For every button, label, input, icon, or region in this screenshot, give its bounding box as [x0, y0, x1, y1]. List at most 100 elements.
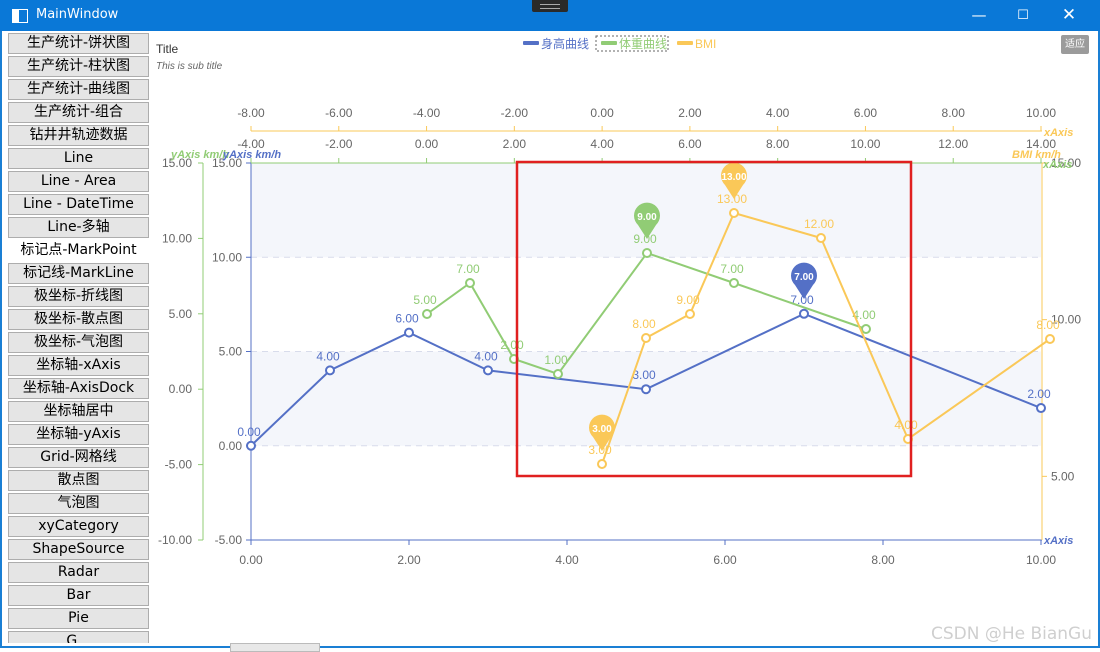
sidebar-item-24[interactable]: Bar — [8, 585, 149, 606]
sidebar-item-22[interactable]: ShapeSource — [8, 539, 149, 560]
data-point-weight-1 — [465, 278, 475, 288]
x-top-inner-tick-label-8: 12.00 — [938, 137, 968, 151]
chart-title: Title — [156, 42, 179, 56]
data-point-height-0 — [246, 440, 256, 451]
x-top-outer-tick-label-2: -4.00 — [413, 106, 441, 120]
maximize-icon[interactable]: ☐ — [1000, 0, 1046, 31]
x-top-outer-tick-label-8: 8.00 — [942, 106, 966, 120]
watermark-text: CSDN @He BianGu — [930, 624, 1092, 644]
y-left-inner-tick-label-2: 5.00 — [219, 345, 243, 359]
markpoint-weight-label: 9.00 — [637, 212, 657, 223]
data-point-height-6 — [1036, 403, 1046, 414]
x-bottom-tick-label-4: 8.00 — [871, 553, 895, 567]
y-left-inner-tick-label-0: -5.00 — [215, 533, 243, 547]
sidebar-item-19[interactable]: 散点图 — [8, 470, 149, 491]
y-left-outer-tick-label-0: -10.00 — [158, 533, 192, 547]
sidebar-item-13[interactable]: 极坐标-气泡图 — [8, 332, 149, 353]
legend-swatch-1 — [601, 41, 617, 45]
y-left-inner-axis-name: yAxis km/h — [222, 149, 281, 161]
x-bottom-tick-label-2: 4.00 — [555, 553, 579, 567]
sidebar-item-16[interactable]: 坐标轴居中 — [8, 401, 149, 422]
sidebar-item-26[interactable]: G... — [8, 631, 149, 643]
sidebar-item-23[interactable]: Radar — [8, 562, 149, 583]
chart-subtitle: This is sub title — [156, 61, 223, 72]
sidebar-item-12[interactable]: 极坐标-散点图 — [8, 309, 149, 330]
x-bottom-tick-label-5: 10.00 — [1026, 553, 1056, 567]
x-top-outer-tick-label-7: 6.00 — [854, 106, 878, 120]
sidebar-item-9[interactable]: 标记点-MarkPoint — [8, 240, 149, 261]
data-label-bmi-5: 4.00 — [894, 418, 918, 432]
data-label-height-0: 0.00 — [237, 425, 261, 439]
minimize-icon[interactable]: — — [956, 0, 1002, 31]
title-grip-handle[interactable] — [532, 0, 568, 12]
window-app-icon — [12, 9, 28, 23]
data-point-bmi-0 — [597, 459, 607, 469]
data-point-weight-5 — [729, 278, 739, 288]
fit-button[interactable]: 适应 — [1061, 35, 1089, 54]
data-label-weight-0: 5.00 — [413, 293, 437, 307]
data-point-weight-6 — [861, 324, 871, 334]
data-point-bmi-1 — [641, 333, 651, 343]
x-top-outer-tick-label-5: 2.00 — [678, 106, 702, 120]
sidebar-item-6[interactable]: Line - Area — [8, 171, 149, 192]
x-top-inner-tick-label-4: 4.00 — [590, 137, 614, 151]
chart-panel: Title This is sub title 身高曲线 体重曲线 BMI 0.00 2.0… — [150, 31, 1096, 643]
legend-label-2: BMI — [695, 37, 716, 51]
sidebar-item-20[interactable]: 气泡图 — [8, 493, 149, 514]
data-label-height-2: 6.00 — [395, 312, 419, 326]
x-top-outer-tick-label-6: 4.00 — [766, 106, 790, 120]
x-bottom-axis-name: xAxis — [1043, 535, 1073, 547]
x-top-inner-tick-label-2: 0.00 — [415, 137, 439, 151]
sidebar-item-14[interactable]: 坐标轴-xAxis — [8, 355, 149, 376]
x-top-inner-tick-label-6: 8.00 — [766, 137, 790, 151]
sidebar-item-21[interactable]: xyCategory — [8, 516, 149, 537]
y-right-axis-xaxis-name: xAxis — [1042, 159, 1072, 171]
sidebar-item-0[interactable]: 生产统计-饼状图 — [8, 33, 149, 54]
x-top-outer-tick-label-1: -6.00 — [325, 106, 353, 120]
title-bar[interactable]: MainWindow — ☐ ✕ — [0, 0, 1100, 31]
x-top-inner-tick-label-7: 10.00 — [850, 137, 880, 151]
sidebar-item-8[interactable]: Line-多轴 — [8, 217, 149, 238]
data-label-weight-3: 1.00 — [544, 353, 568, 367]
data-label-bmi-2: 9.00 — [676, 293, 700, 307]
data-label-height-3: 4.00 — [474, 349, 498, 363]
legend-swatch-2 — [677, 41, 693, 45]
sidebar-item-10[interactable]: 标记线-MarkLine — [8, 263, 149, 284]
y-right-tick-label-0: 5.00 — [1051, 469, 1075, 483]
y-left-outer-tick-label-4: 10.00 — [162, 231, 192, 245]
data-point-weight-4 — [642, 248, 652, 258]
close-icon[interactable]: ✕ — [1046, 0, 1092, 31]
y-left-outer-tick-label-3: 5.00 — [169, 307, 193, 321]
y-left-outer-axis-name: yAxis km/h — [170, 149, 229, 161]
legend-label-0: 身高曲线 — [541, 36, 589, 51]
sidebar-item-5[interactable]: Line — [8, 148, 149, 169]
sidebar-item-18[interactable]: Grid-网格线 — [8, 447, 149, 468]
sidebar-item-1[interactable]: 生产统计-柱状图 — [8, 56, 149, 77]
window-title: MainWindow — [36, 7, 119, 22]
x-top-inner-tick-label-3: 2.00 — [503, 137, 527, 151]
markpoint-line-chart: Title This is sub title 身高曲线 体重曲线 BMI 0.00 2.0… — [156, 35, 1081, 567]
x-top-outer-tick-label-0: -8.00 — [237, 106, 265, 120]
y-left-outer-tick-label-1: -5.00 — [165, 458, 193, 472]
sidebar-item-3[interactable]: 生产统计-组合 — [8, 102, 149, 123]
sidebar-item-17[interactable]: 坐标轴-yAxis — [8, 424, 149, 445]
x-top-axis-name: xAxis — [1043, 127, 1073, 139]
data-label-weight-1: 7.00 — [456, 262, 480, 276]
sidebar-item-25[interactable]: Pie — [8, 608, 149, 629]
data-point-bmi-3 — [729, 208, 739, 218]
x-top-inner-tick-label-1: -2.00 — [325, 137, 353, 151]
data-label-height-1: 4.00 — [316, 349, 340, 363]
sidebar-item-2[interactable]: 生产统计-曲线图 — [8, 79, 149, 100]
sidebar-item-11[interactable]: 极坐标-折线图 — [8, 286, 149, 307]
sidebar-item-4[interactable]: 钻井井轨迹数据 — [8, 125, 149, 146]
data-point-height-4 — [641, 384, 651, 395]
plot-band-1 — [251, 351, 1041, 446]
data-label-bmi-1: 8.00 — [632, 317, 656, 331]
legend-swatch-0 — [523, 41, 539, 45]
sidebar-item-7[interactable]: Line - DateTime — [8, 194, 149, 215]
x-bottom-tick-label-0: 0.00 — [239, 553, 263, 567]
x-top-outer-tick-label-3: -2.00 — [501, 106, 529, 120]
markpoint-bmi-max-label: 13.00 — [721, 172, 746, 183]
x-top-outer-tick-label-4: 0.00 — [590, 106, 614, 120]
sidebar-item-15[interactable]: 坐标轴-AxisDock — [8, 378, 149, 399]
